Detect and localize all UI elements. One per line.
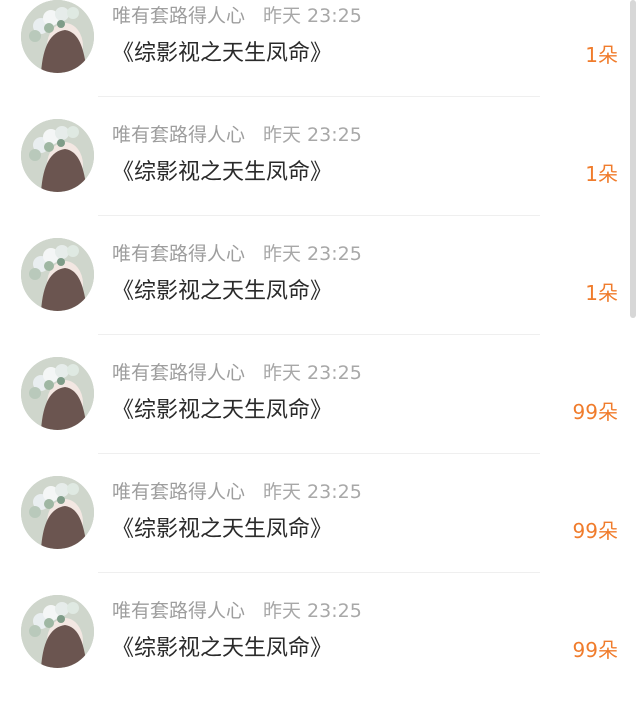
flower-crown-avatar-icon xyxy=(21,476,94,549)
timestamp: 昨天 23:25 xyxy=(263,5,362,27)
avatar[interactable] xyxy=(21,357,94,430)
timestamp: 昨天 23:25 xyxy=(263,243,362,265)
gift-record-list: 唯有套路得人心 昨天 23:25 《综影视之天生凤命》 1朵 唯有套路得人心 昨天 … xyxy=(0,0,640,679)
divider xyxy=(98,334,540,335)
username[interactable]: 唯有套路得人心 xyxy=(112,362,245,384)
divider xyxy=(98,453,540,454)
username[interactable]: 唯有套路得人心 xyxy=(112,600,245,622)
timestamp: 昨天 23:25 xyxy=(263,600,362,622)
gift-count: 1朵 xyxy=(585,281,618,305)
flower-crown-avatar-icon xyxy=(21,595,94,668)
username[interactable]: 唯有套路得人心 xyxy=(112,481,245,503)
item-meta: 唯有套路得人心 昨天 23:25 xyxy=(112,478,362,506)
book-title[interactable]: 《综影视之天生凤命》 xyxy=(112,38,332,70)
avatar[interactable] xyxy=(21,595,94,668)
username[interactable]: 唯有套路得人心 xyxy=(112,124,245,146)
gift-count: 1朵 xyxy=(585,43,618,67)
divider xyxy=(98,572,540,573)
list-item[interactable]: 唯有套路得人心 昨天 23:25 《综影视之天生凤命》 1朵 xyxy=(0,238,640,357)
avatar[interactable] xyxy=(21,238,94,311)
book-title[interactable]: 《综影视之天生凤命》 xyxy=(112,633,332,665)
username[interactable]: 唯有套路得人心 xyxy=(112,5,245,27)
list-item[interactable]: 唯有套路得人心 昨天 23:25 《综影视之天生凤命》 1朵 xyxy=(0,0,640,119)
book-title[interactable]: 《综影视之天生凤命》 xyxy=(112,514,332,546)
list-item[interactable]: 唯有套路得人心 昨天 23:25 《综影视之天生凤命》 99朵 xyxy=(0,357,640,476)
gift-count: 1朵 xyxy=(585,162,618,186)
divider xyxy=(98,96,540,97)
item-meta: 唯有套路得人心 昨天 23:25 xyxy=(112,597,362,625)
timestamp: 昨天 23:25 xyxy=(263,124,362,146)
book-title[interactable]: 《综影视之天生凤命》 xyxy=(112,395,332,427)
book-title[interactable]: 《综影视之天生凤命》 xyxy=(112,276,332,308)
item-meta: 唯有套路得人心 昨天 23:25 xyxy=(112,240,362,268)
item-meta: 唯有套路得人心 昨天 23:25 xyxy=(112,359,362,387)
username[interactable]: 唯有套路得人心 xyxy=(112,243,245,265)
item-meta: 唯有套路得人心 昨天 23:25 xyxy=(112,2,362,30)
flower-crown-avatar-icon xyxy=(21,238,94,311)
avatar[interactable] xyxy=(21,0,94,73)
flower-crown-avatar-icon xyxy=(21,0,94,73)
timestamp: 昨天 23:25 xyxy=(263,481,362,503)
flower-crown-avatar-icon xyxy=(21,119,94,192)
gift-count: 99朵 xyxy=(572,400,618,424)
avatar[interactable] xyxy=(21,476,94,549)
list-item[interactable]: 唯有套路得人心 昨天 23:25 《综影视之天生凤命》 1朵 xyxy=(0,119,640,238)
avatar[interactable] xyxy=(21,119,94,192)
item-meta: 唯有套路得人心 昨天 23:25 xyxy=(112,121,362,149)
gift-count: 99朵 xyxy=(572,638,618,662)
scrollbar[interactable] xyxy=(630,0,636,318)
divider xyxy=(98,215,540,216)
flower-crown-avatar-icon xyxy=(21,357,94,430)
timestamp: 昨天 23:25 xyxy=(263,362,362,384)
book-title[interactable]: 《综影视之天生凤命》 xyxy=(112,157,332,189)
list-item[interactable]: 唯有套路得人心 昨天 23:25 《综影视之天生凤命》 99朵 xyxy=(0,476,640,595)
gift-count: 99朵 xyxy=(572,519,618,543)
list-item[interactable]: 唯有套路得人心 昨天 23:25 《综影视之天生凤命》 99朵 xyxy=(0,595,640,714)
